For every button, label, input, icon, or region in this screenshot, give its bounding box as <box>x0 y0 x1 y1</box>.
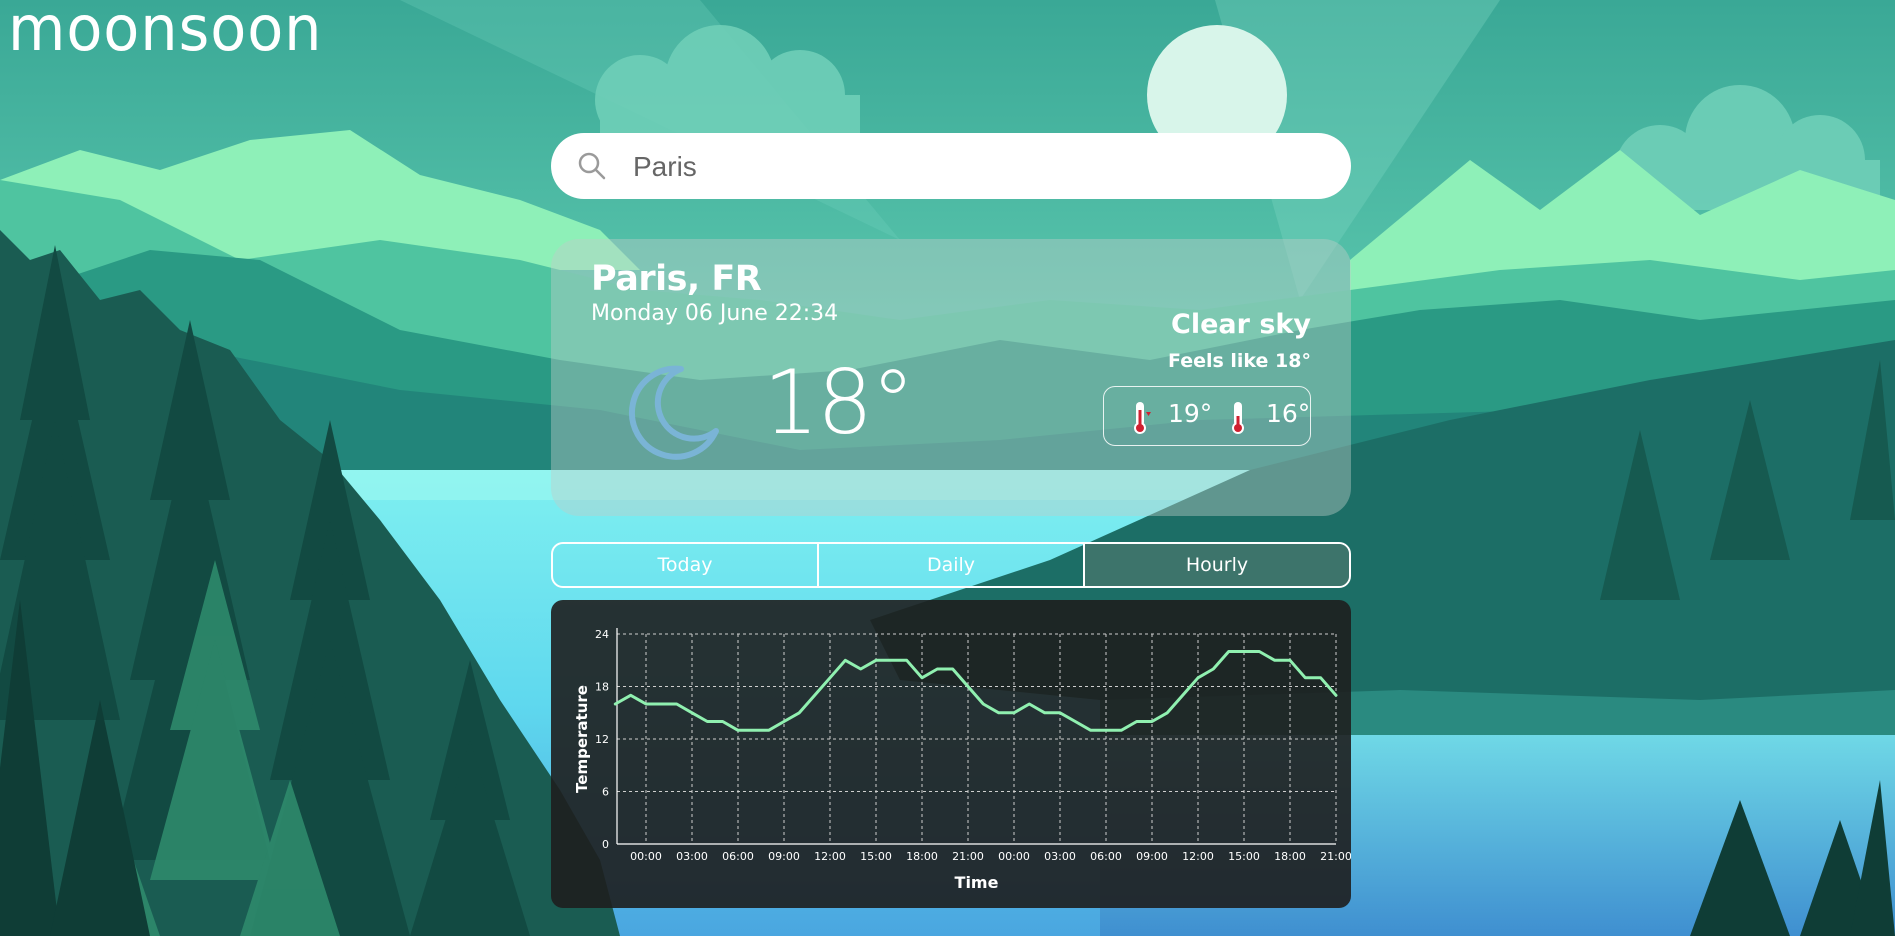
x-tick-label: 21:00 <box>952 850 984 863</box>
app-logo[interactable]: moonsoon <box>8 0 322 65</box>
y-tick-label: 24 <box>595 628 609 641</box>
x-tick-label: 09:00 <box>1136 850 1168 863</box>
min-temperature: 16° <box>1266 399 1311 428</box>
weather-description: Clear sky <box>1171 309 1311 340</box>
y-tick-label: 0 <box>602 838 609 851</box>
location-title: Paris, FR <box>591 259 762 299</box>
x-tick-label: 00:00 <box>998 850 1030 863</box>
forecast-tabs: Today Daily Hourly <box>551 542 1351 588</box>
date-time: Monday 06 June 22:34 <box>591 301 839 326</box>
search-icon[interactable] <box>576 150 608 182</box>
min-max-box: 19° 16° <box>1103 386 1311 446</box>
current-temperature: 18° <box>763 351 915 454</box>
search-input[interactable] <box>631 133 1325 201</box>
tab-today[interactable]: Today <box>553 544 819 586</box>
x-tick-label: 18:00 <box>1274 850 1306 863</box>
x-tick-label: 00:00 <box>630 850 662 863</box>
x-tick-label: 06:00 <box>722 850 754 863</box>
y-axis-label: Temperature <box>573 685 591 793</box>
x-tick-label: 15:00 <box>1228 850 1260 863</box>
tab-daily[interactable]: Daily <box>819 544 1085 586</box>
y-tick-label: 18 <box>595 681 609 694</box>
feels-like: Feels like 18° <box>1167 350 1311 372</box>
search-bar[interactable] <box>551 133 1351 201</box>
hourly-chart-panel: 0 6 12 18 24 00:00 03:00 06:00 09:00 12:00 15:00 18… <box>551 600 1351 908</box>
x-tick-label: 21:00 <box>1320 850 1351 863</box>
x-tick-label: 12:00 <box>1182 850 1214 863</box>
temperature-series-line <box>613 650 1338 732</box>
thermometer-low-icon <box>1232 402 1244 434</box>
current-weather-card: Paris, FR Monday 06 June 22:34 18° Clear… <box>551 239 1351 516</box>
temperature-chart: 0 6 12 18 24 00:00 03:00 06:00 09:00 12:00 15:00 18… <box>573 628 1351 892</box>
thermometer-high-icon <box>1134 402 1151 434</box>
x-tick-label: 09:00 <box>768 850 800 863</box>
x-tick-label: 03:00 <box>1044 850 1076 863</box>
y-tick-label: 12 <box>595 733 609 746</box>
x-tick-label: 15:00 <box>860 850 892 863</box>
x-tick-label: 06:00 <box>1090 850 1122 863</box>
x-tick-label: 12:00 <box>814 850 846 863</box>
x-tick-label: 18:00 <box>906 850 938 863</box>
tab-hourly[interactable]: Hourly <box>1085 544 1349 586</box>
y-tick-label: 6 <box>602 786 609 799</box>
x-tick-label: 03:00 <box>676 850 708 863</box>
moon-icon <box>628 365 719 460</box>
x-axis-label: Time <box>955 873 999 892</box>
max-temperature: 19° <box>1168 399 1213 428</box>
